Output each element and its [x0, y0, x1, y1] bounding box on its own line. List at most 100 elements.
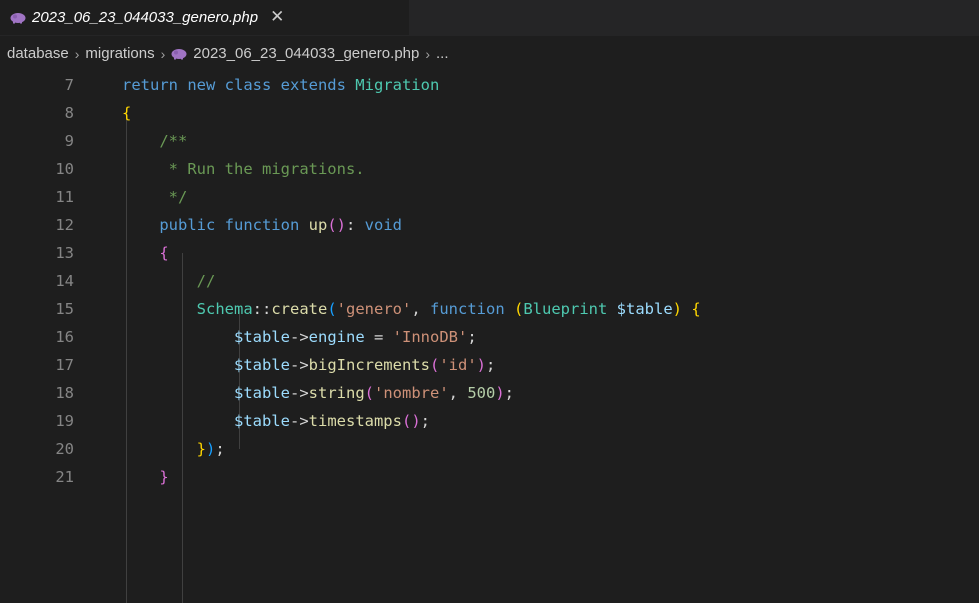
breadcrumb-item-file[interactable]: 2023_06_23_044033_genero.php — [193, 45, 419, 62]
code-token: -> — [289, 356, 309, 374]
code-token: ; — [486, 356, 496, 374]
code-token: , — [411, 300, 430, 318]
code-token: void — [364, 216, 402, 234]
code-text: { — [122, 239, 169, 267]
code-token: ; — [420, 412, 430, 430]
code-token: -> — [289, 384, 309, 402]
chevron-right-icon: › — [425, 45, 431, 62]
breadcrumb-item-symbols[interactable]: ... — [436, 45, 449, 62]
line-number: 20 — [55, 440, 74, 458]
code-token: 'genero' — [336, 300, 412, 318]
code-line[interactable]: 17 $table->bigIncrements('id'); — [0, 351, 979, 379]
code-token: */ — [168, 188, 188, 206]
code-token: ) — [672, 300, 683, 318]
code-token: , — [448, 384, 468, 402]
code-token: return new class extends — [122, 76, 356, 94]
code-token: { — [691, 300, 701, 318]
code-token: ( — [364, 384, 374, 402]
code-token: } — [196, 440, 206, 458]
line-number: 8 — [64, 104, 74, 122]
code-token: $table — [616, 300, 673, 318]
code-token: Schema — [196, 300, 253, 318]
code-line[interactable]: 10 * Run the migrations. — [0, 155, 979, 183]
code-text: return new class extends Migration — [122, 71, 439, 99]
code-token: { — [159, 244, 169, 262]
code-token: { — [122, 104, 132, 122]
code-token: ; — [215, 440, 225, 458]
chevron-right-icon: › — [74, 45, 80, 62]
chevron-right-icon: › — [160, 45, 166, 62]
code-token: 'nombre' — [374, 384, 449, 402]
breadcrumb-item-database[interactable]: database — [7, 45, 69, 62]
code-line[interactable]: 9 /** — [0, 127, 979, 155]
code-token: Migration — [355, 76, 440, 94]
code-token: function — [430, 300, 514, 318]
code-editor[interactable]: 7 return new class extends Migration 8{9 /… — [0, 71, 979, 603]
code-line[interactable]: 7 return new class extends Migration — [0, 71, 979, 99]
code-line[interactable]: 16 $table->engine = 'InnoDB'; — [0, 323, 979, 351]
tab-title: 2023_06_23_044033_genero.php — [32, 9, 259, 26]
code-token: ) — [495, 384, 505, 402]
code-line[interactable]: 11 */ — [0, 183, 979, 211]
code-line[interactable]: 21 } — [0, 463, 979, 491]
line-number: 17 — [55, 356, 74, 374]
code-line[interactable]: 14 // — [0, 267, 979, 295]
code-text: // — [122, 267, 216, 295]
code-token: } — [159, 468, 169, 486]
code-token: -> — [289, 328, 309, 346]
code-token: /** — [159, 132, 188, 150]
code-line[interactable]: 13 { — [0, 239, 979, 267]
code-token: public function — [159, 216, 309, 234]
code-text: * Run the migrations. — [122, 155, 365, 183]
code-token: timestamps — [308, 412, 402, 430]
code-line[interactable]: 8{ — [0, 99, 979, 127]
code-token: up — [308, 216, 328, 234]
code-token: $table — [233, 412, 290, 430]
code-token: // — [196, 272, 216, 290]
code-text: Schema::create('genero', function (Bluep… — [122, 295, 701, 323]
line-number: 15 — [55, 300, 74, 318]
line-number: 10 — [55, 160, 74, 178]
php-elephant-icon — [10, 12, 26, 23]
code-token: $table — [233, 328, 290, 346]
editor-tab-active[interactable]: 2023_06_23_044033_genero.php ✕ — [0, 0, 409, 35]
code-token: string — [308, 384, 365, 402]
close-icon[interactable]: ✕ — [270, 9, 284, 26]
code-line[interactable]: 12 public function up(): void — [0, 211, 979, 239]
code-line[interactable]: 20 }); — [0, 435, 979, 463]
code-token: ) — [476, 356, 486, 374]
breadcrumb-item-migrations[interactable]: migrations — [85, 45, 154, 62]
code-token: = — [364, 328, 393, 346]
code-token: () — [401, 412, 421, 430]
code-token: ( — [514, 300, 524, 318]
code-token: ; — [467, 328, 477, 346]
code-line[interactable]: 15 Schema::create('genero', function (Bl… — [0, 295, 979, 323]
line-number: 19 — [55, 412, 74, 430]
code-text: $table->engine = 'InnoDB'; — [122, 323, 477, 351]
code-text: } — [122, 463, 169, 491]
line-number: 11 — [55, 188, 74, 206]
code-token: bigIncrements — [308, 356, 430, 374]
code-line[interactable]: 19 $table->timestamps(); — [0, 407, 979, 435]
code-line[interactable]: 18 $table->string('nombre', 500); — [0, 379, 979, 407]
code-token: Blueprint — [523, 300, 617, 318]
code-token: ( — [429, 356, 440, 374]
code-token: create — [271, 300, 328, 318]
code-token: () — [327, 216, 346, 234]
line-number: 21 — [55, 468, 74, 486]
line-number: 16 — [55, 328, 74, 346]
code-token: ( — [327, 300, 337, 318]
php-elephant-icon — [171, 48, 187, 59]
breadcrumb: database › migrations › 2023_06_23_04403… — [0, 36, 979, 71]
code-text: $table->string('nombre', 500); — [122, 379, 514, 407]
